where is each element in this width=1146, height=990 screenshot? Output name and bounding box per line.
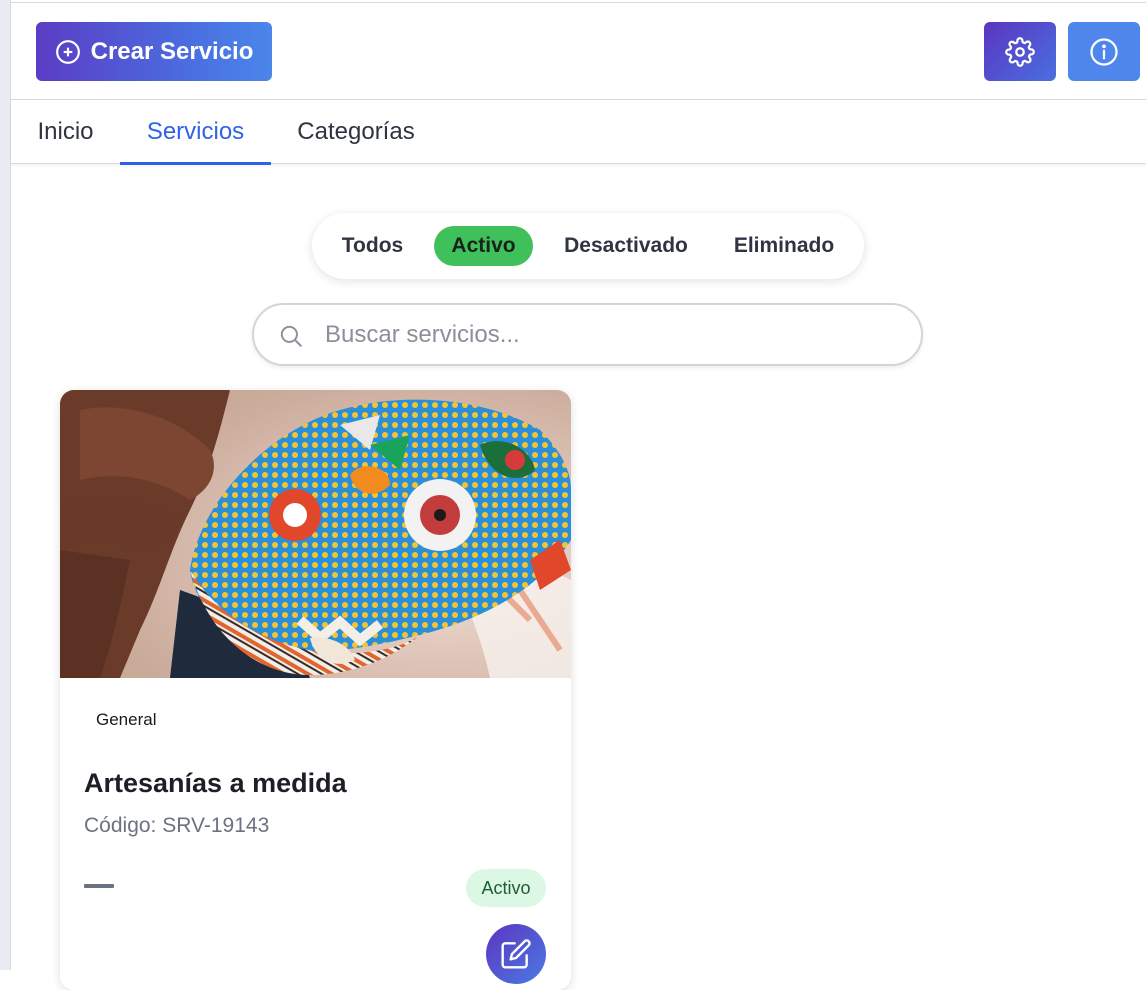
edit-service-button[interactable] (486, 924, 546, 984)
service-card[interactable]: General Artesanías a medida Código: SRV-… (60, 390, 571, 990)
status-filter-group: Todos Activo Desactivado Eliminado (312, 213, 864, 279)
service-image (60, 390, 571, 678)
service-title: Artesanías a medida (84, 768, 347, 798)
search-box (252, 303, 923, 366)
left-rail (0, 0, 11, 970)
nav-tabs: Inicio Servicios Categorías (11, 100, 1146, 165)
create-service-button[interactable]: Crear Servicio (36, 22, 272, 81)
gear-icon (1005, 36, 1035, 67)
create-service-label: Crear Servicio (90, 37, 254, 65)
tab-servicios-label: Servicios (146, 118, 245, 145)
info-button[interactable] (1068, 22, 1140, 81)
app-window: Crear Servicio Inicio Servicios Categorí… (11, 0, 1146, 990)
service-price-placeholder (84, 884, 114, 888)
plus-circle-icon (55, 39, 80, 64)
filter-desactivado[interactable]: Desactivado (552, 226, 700, 266)
service-category: General (96, 710, 157, 729)
tab-categorias[interactable]: Categorías (281, 100, 431, 164)
tab-servicios[interactable]: Servicios (120, 100, 271, 165)
filter-eliminado[interactable]: Eliminado (724, 226, 844, 266)
edit-icon (501, 939, 531, 969)
toolbar: Crear Servicio (11, 3, 1146, 100)
status-badge: Activo (466, 869, 546, 907)
filter-activo-label: Activo (451, 234, 516, 257)
filter-todos-label: Todos (341, 234, 404, 257)
beaded-mask-image (60, 390, 571, 678)
filter-activo[interactable]: Activo (434, 226, 533, 266)
tab-categorias-label: Categorías (297, 118, 415, 145)
search-input[interactable] (325, 315, 885, 355)
filter-todos[interactable]: Todos (330, 226, 415, 266)
info-icon (1090, 37, 1118, 66)
tab-inicio[interactable]: Inicio (11, 100, 120, 164)
search-icon (280, 325, 302, 347)
settings-button[interactable] (984, 22, 1056, 81)
status-badge-label: Activo (481, 877, 531, 898)
filter-eliminado-label: Eliminado (733, 234, 835, 257)
filter-desactivado-label: Desactivado (564, 234, 688, 257)
tab-inicio-label: Inicio (37, 118, 94, 145)
service-code: Código: SRV-19143 (84, 814, 270, 837)
